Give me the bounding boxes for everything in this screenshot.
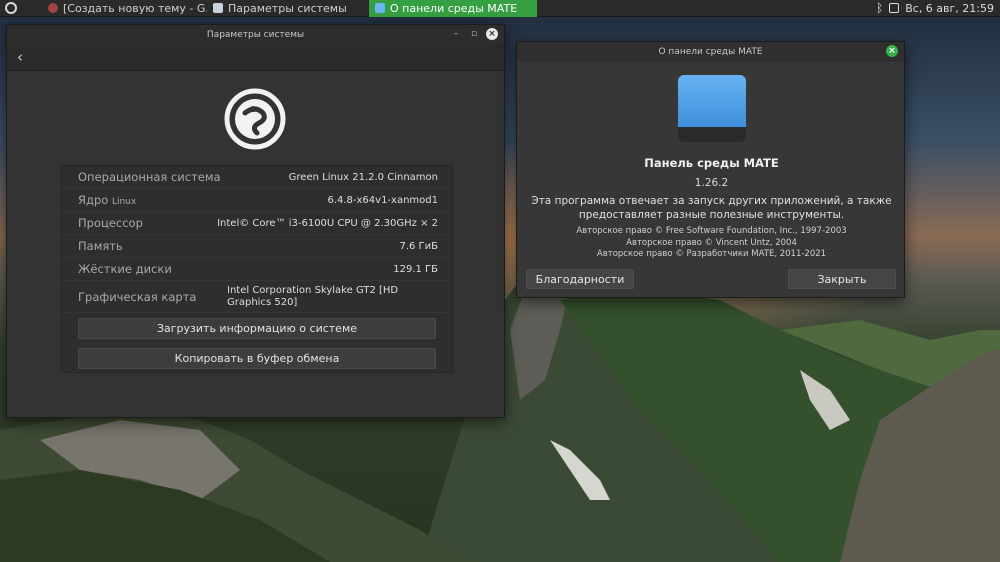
main-menu-button[interactable]	[0, 0, 22, 17]
distro-logo-icon	[224, 88, 286, 150]
distro-logo-icon	[5, 2, 17, 14]
row-key: Графическая карта	[78, 289, 197, 304]
app-version: 1.26.2	[694, 177, 729, 189]
taskbar-item-browser[interactable]: [Создать новую тему - G...	[42, 0, 207, 17]
window-title: О панели среды MATE	[658, 47, 763, 57]
copy-to-clipboard-button[interactable]: Копировать в буфер обмена	[78, 348, 436, 369]
row-value: Intel Corporation Skylake GT2 [HD Graphi…	[227, 284, 399, 308]
copyright-line: Авторское право © Разработчики MATE, 201…	[596, 249, 827, 259]
taskbar-item-label: [Создать новую тему - G...	[63, 1, 207, 15]
row-value: 6.4.8-x64v1-xanmod1	[327, 194, 438, 206]
back-arrow-icon[interactable]: ‹	[17, 48, 23, 66]
maximize-icon[interactable]: ▫	[468, 29, 480, 39]
upload-info-button[interactable]: Загрузить информацию о системе	[78, 318, 436, 339]
copyright-line: Авторское право © Vincent Untz, 2004	[626, 237, 797, 248]
info-row-disks: Жёсткие диски 129.1 ГБ	[62, 258, 452, 281]
row-key: Жёсткие диски	[78, 262, 172, 276]
copyright-block: Авторское право © Free Software Foundati…	[517, 226, 906, 261]
system-info-panel: Операционная система Green Linux 21.2.0 …	[61, 165, 453, 373]
app-description: Эта программа отвечает за запуск других …	[517, 194, 906, 222]
top-panel: [Создать новую тему - G... Параметры сис…	[0, 0, 1000, 17]
row-key-suffix: Linux	[111, 197, 137, 207]
description-line: предоставляет разные полезные инструмент…	[578, 209, 845, 221]
row-value: 129.1 ГБ	[393, 263, 438, 275]
close-icon[interactable]: ×	[486, 28, 498, 40]
taskbar-item-label: О панели среды MATE	[390, 1, 518, 15]
row-value: Intel© Core™ i3-6100U CPU @ 2.30GHz × 2	[217, 217, 438, 229]
credits-button[interactable]: Благодарности	[526, 269, 634, 289]
settings-window-icon	[213, 3, 223, 13]
taskbar-item-label: Параметры системы	[228, 1, 347, 15]
clock[interactable]: Вс, 6 авг, 21:59	[905, 2, 994, 15]
mate-panel-app-icon	[678, 75, 746, 142]
window-title: Параметры системы	[206, 30, 305, 40]
taskbar-item-system-settings[interactable]: Параметры системы	[207, 0, 369, 17]
system-tray: ᛒ Вс, 6 авг, 21:59	[876, 1, 1000, 15]
app-name: Панель среды MATE	[644, 156, 779, 170]
row-key: Память	[78, 239, 123, 253]
info-row-memory: Память 7.6 ГиБ	[62, 235, 452, 258]
row-key: Ядро	[78, 193, 109, 207]
description-line: Эта программа отвечает за запуск других …	[531, 195, 892, 207]
copyright-line: Авторское право © Free Software Foundati…	[576, 226, 847, 236]
system-settings-window: Параметры системы – ▫ × ‹ Операционная с…	[6, 24, 505, 418]
settings-toolbar: ‹	[7, 45, 504, 71]
mate-panel-icon	[375, 3, 385, 13]
screenshot-icon[interactable]	[889, 3, 900, 13]
row-key: Операционная система	[78, 170, 221, 184]
info-row-os: Операционная система Green Linux 21.2.0 …	[62, 166, 452, 189]
close-icon[interactable]: ×	[886, 45, 898, 57]
row-value: 7.6 ГиБ	[399, 240, 438, 252]
row-key-wrap: Ядро Linux	[78, 193, 136, 207]
taskbar-item-about-mate[interactable]: О панели среды MATE	[369, 0, 537, 17]
row-value: Green Linux 21.2.0 Cinnamon	[288, 171, 438, 183]
minimize-icon[interactable]: –	[450, 29, 462, 39]
window-titlebar[interactable]: О панели среды MATE ×	[517, 42, 904, 62]
row-key: Процессор	[78, 216, 143, 230]
bluetooth-icon[interactable]: ᛒ	[876, 1, 883, 15]
close-button[interactable]: Закрыть	[788, 269, 896, 289]
info-row-kernel: Ядро Linux 6.4.8-x64v1-xanmod1	[62, 189, 452, 212]
browser-icon	[48, 3, 58, 13]
info-row-graphics: Графическая карта Intel Corporation Skyl…	[62, 281, 452, 313]
info-row-cpu: Процессор Intel© Core™ i3-6100U CPU @ 2.…	[62, 212, 452, 235]
window-titlebar[interactable]: Параметры системы – ▫ ×	[7, 25, 504, 45]
about-mate-panel-dialog: О панели среды MATE × Панель среды MATE …	[516, 41, 905, 298]
